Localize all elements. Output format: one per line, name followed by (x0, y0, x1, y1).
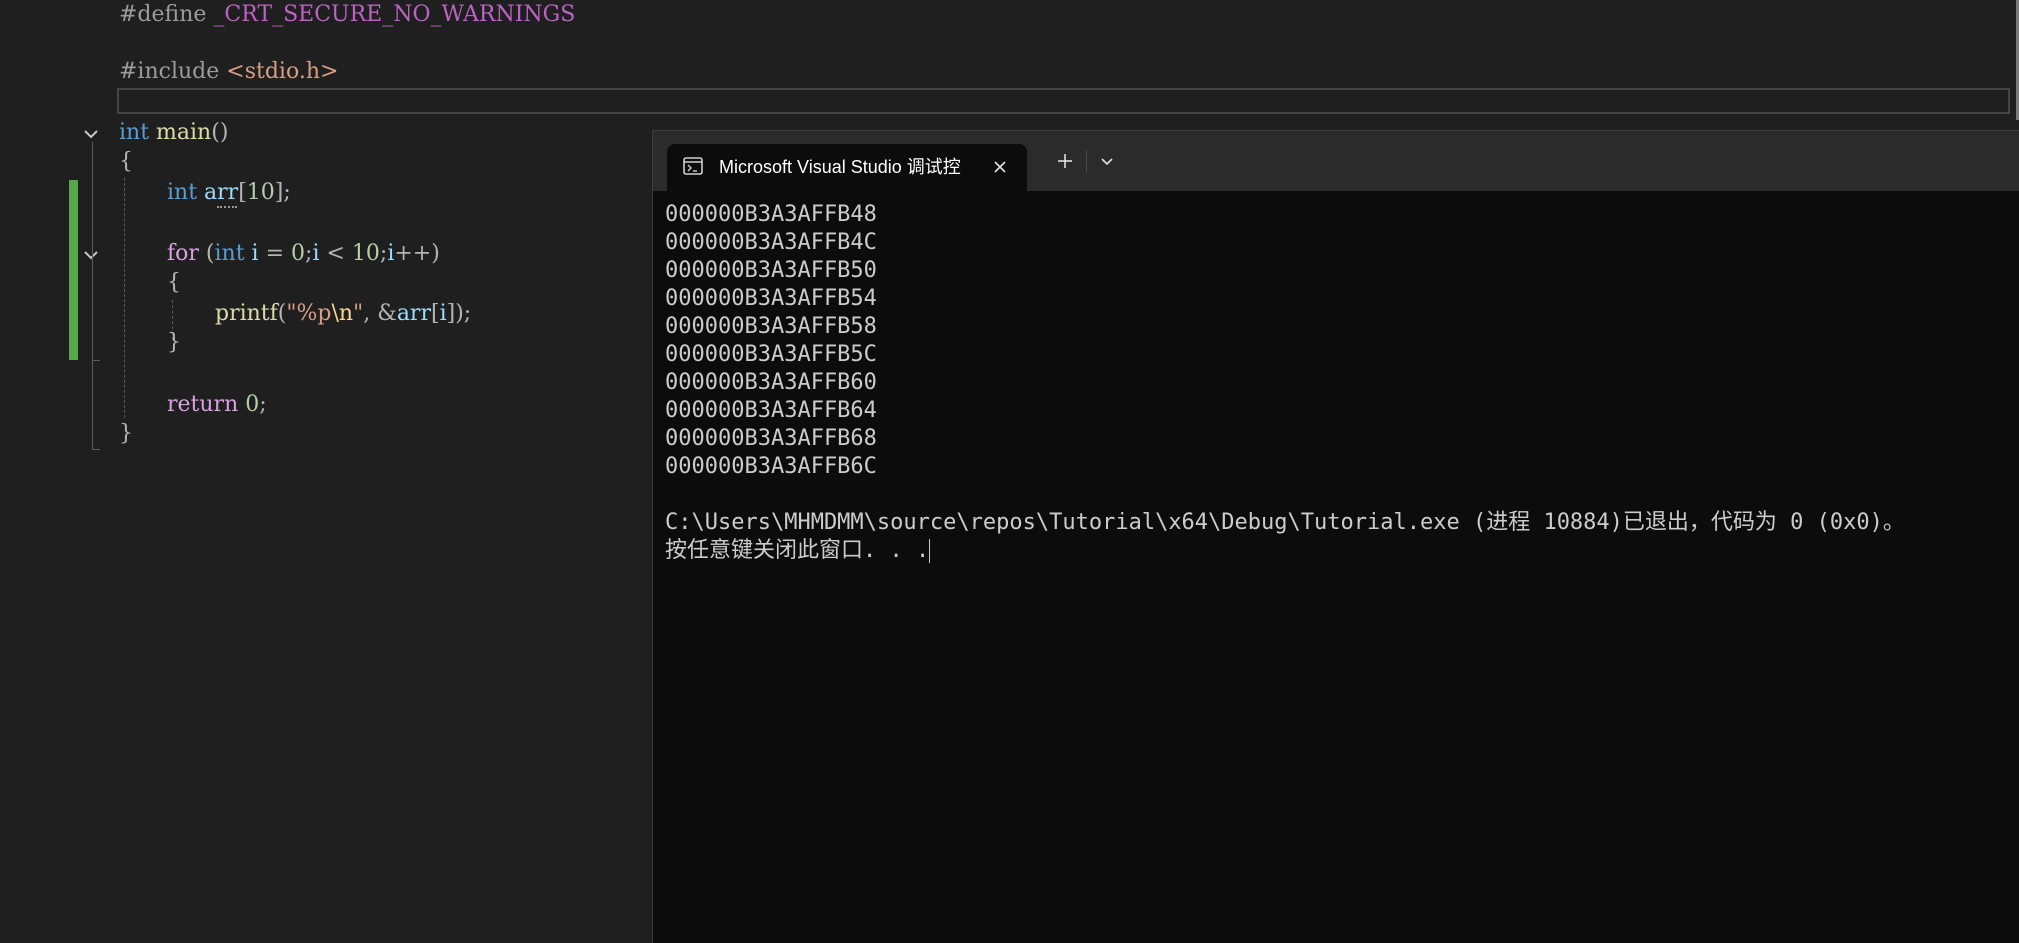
code-line-inner-brace-close[interactable]: } (167, 328, 181, 358)
keyword-for: for (167, 241, 199, 266)
indent-guide (124, 178, 125, 418)
plus-icon[interactable] (1053, 149, 1077, 173)
output-line: 000000B3A3AFFB58 (665, 314, 877, 339)
terminal-output[interactable]: 000000B3A3AFFB48 000000B3A3AFFB4C 000000… (665, 201, 2019, 943)
semicolon: ; (259, 392, 267, 417)
function-printf: printf (215, 301, 278, 326)
operator: ++) (394, 241, 440, 266)
preprocessor-directive: #include (119, 59, 220, 84)
terminal-icon (683, 157, 703, 175)
string-literal: " (353, 301, 364, 326)
tab-title: Microsoft Visual Studio 调试控 (719, 157, 961, 177)
chevron-down-icon[interactable] (1095, 149, 1119, 173)
prompt-line: 按任意键关闭此窗口. . . (665, 537, 2019, 565)
variable-i: i (251, 241, 259, 266)
terminal-tab[interactable]: Microsoft Visual Studio 调试控 (667, 144, 1027, 191)
brace: { (119, 149, 133, 174)
comma: , (363, 301, 378, 326)
debug-console-window[interactable]: Microsoft Visual Studio 调试控 000000B3A3AF… (652, 130, 2019, 943)
terminal-tab-bar: Microsoft Visual Studio 调试控 (653, 131, 2019, 191)
output-line: 000000B3A3AFFB6C (665, 454, 877, 479)
operator: & (377, 301, 397, 326)
variable-i: i (439, 301, 447, 326)
operator: < (319, 241, 352, 266)
bracket: [ (238, 180, 247, 205)
keyword-int: int (119, 120, 150, 145)
number: 10 (246, 180, 275, 205)
macro-name: _CRT_SECURE_NO_WARNINGS (213, 2, 576, 27)
header-name: <stdio.h> (226, 59, 339, 84)
variable-arr: arr (396, 301, 431, 326)
text-cursor (929, 539, 931, 563)
code-line-brace-close[interactable]: } (119, 419, 133, 449)
bracket-semicolon: ]); (446, 301, 472, 326)
function-name: main (156, 120, 212, 145)
code-line-include[interactable]: #include <stdio.h> (119, 57, 338, 87)
output-line: 000000B3A3AFFB4C (665, 230, 877, 255)
current-line-highlight (117, 88, 2010, 114)
chevron-down-icon[interactable] (84, 127, 98, 141)
suggestion-squiggle (217, 203, 237, 208)
keyword-return: return (167, 392, 239, 417)
chevron-down-icon[interactable] (84, 248, 98, 262)
escape-sequence: \n (331, 301, 354, 326)
output-line: 000000B3A3AFFB64 (665, 398, 877, 423)
output-line: 000000B3A3AFFB68 (665, 426, 877, 451)
exit-message: C:\Users\MHMDMM\source\repos\Tutorial\x6… (665, 510, 1905, 535)
brace: } (119, 421, 133, 446)
bracket: [ (430, 301, 440, 326)
output-line: 000000B3A3AFFB48 (665, 202, 877, 227)
variable-arr: arr (204, 180, 239, 205)
parens: () (211, 120, 229, 145)
keyword-int: int (167, 180, 198, 205)
output-line: 000000B3A3AFFB54 (665, 286, 877, 311)
string-literal: "%p (286, 301, 332, 326)
fold-range-line (92, 142, 93, 450)
code-line-printf[interactable]: printf("%p\n", &arr[i]); (215, 299, 471, 329)
divider (1086, 150, 1087, 172)
code-line-brace-open[interactable]: { (119, 147, 133, 177)
output-line: 000000B3A3AFFB60 (665, 370, 877, 395)
code-line-return[interactable]: return 0; (167, 390, 267, 420)
change-indicator (69, 180, 78, 360)
number: 0 (245, 392, 260, 417)
preprocessor-directive: #define (119, 2, 207, 27)
brace: { (167, 270, 181, 295)
output-line: 000000B3A3AFFB5C (665, 342, 877, 367)
code-line-inner-brace-open[interactable]: { (167, 268, 181, 298)
code-line-main[interactable]: int main() (119, 118, 228, 148)
number: 0 (291, 241, 306, 266)
fold-range-end (92, 360, 100, 361)
keyword-int: int (214, 241, 245, 266)
code-line-for[interactable]: for (int i = 0;i < 10;i++) (167, 239, 440, 269)
paren: ( (205, 241, 215, 266)
output-line: 000000B3A3AFFB50 (665, 258, 877, 283)
bracket-semicolon: ]; (274, 180, 291, 205)
code-line-define[interactable]: #define _CRT_SECURE_NO_WARNINGS (119, 0, 575, 30)
operator: = (258, 241, 292, 266)
brace: } (167, 330, 181, 355)
number: 10 (351, 241, 380, 266)
prompt-text: 按任意键关闭此窗口. . . (665, 538, 930, 563)
fold-range-end (92, 449, 100, 450)
close-icon[interactable] (993, 160, 1007, 174)
